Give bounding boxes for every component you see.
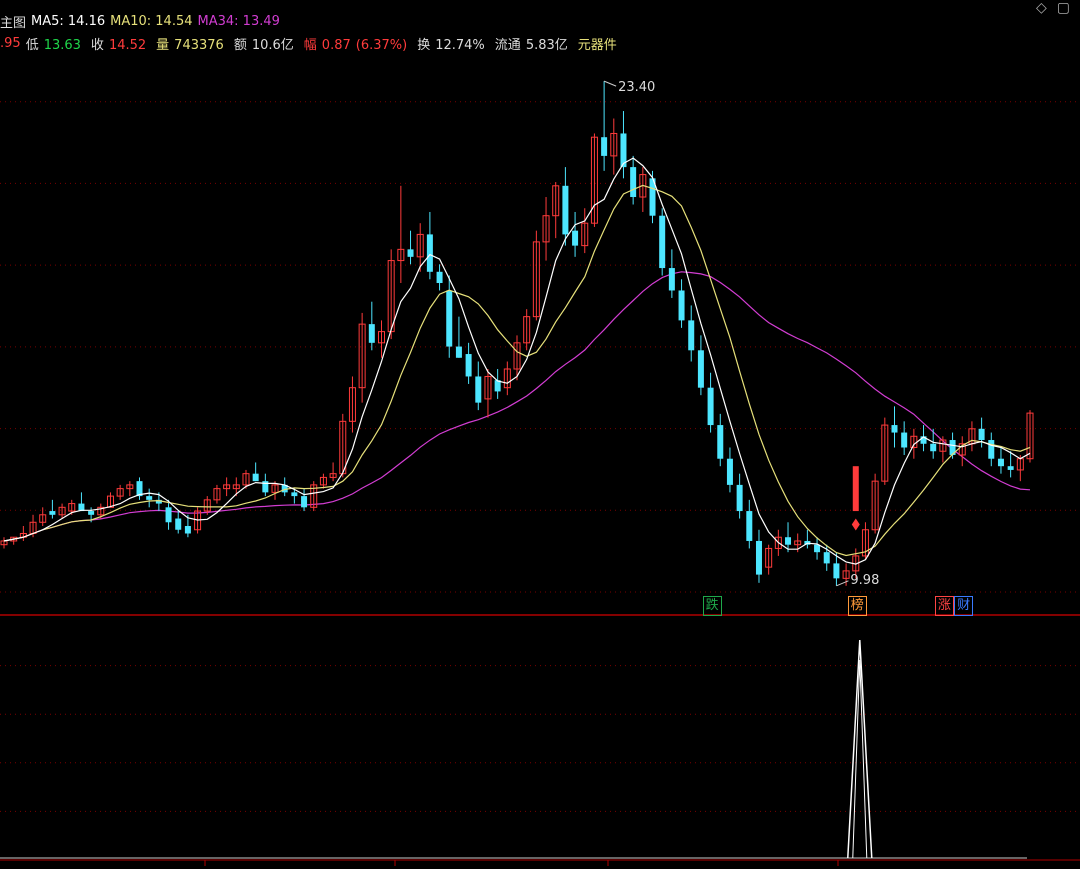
- candle-body: [455, 346, 462, 358]
- candle-body: [88, 511, 95, 515]
- candle-body: [746, 511, 753, 541]
- candle-body: [407, 249, 414, 257]
- volume-label: 量 743376: [156, 37, 224, 53]
- candle-body: [165, 507, 172, 523]
- sector-label[interactable]: 元器件: [578, 34, 617, 53]
- low-label: 9.98: [850, 573, 879, 588]
- indicator-spike-inner: [852, 659, 868, 859]
- candle-body: [697, 350, 704, 388]
- signal-candle: [852, 466, 859, 512]
- candle-body: [291, 492, 298, 497]
- candle-body: [446, 290, 453, 347]
- high-pointer: [603, 80, 617, 87]
- high-label: 23.40: [618, 80, 655, 95]
- ma10-value: MA10: 14.54: [110, 13, 193, 29]
- candle-body: [1007, 466, 1014, 470]
- event-tag[interactable]: 财: [954, 596, 974, 616]
- amount-label: 额 10.6亿: [233, 37, 294, 53]
- candle-body: [465, 354, 472, 377]
- candle-body: [717, 425, 724, 459]
- candle-body: [475, 376, 482, 403]
- candle-body: [823, 552, 830, 564]
- candle-body: [175, 518, 182, 530]
- candle-body: [678, 290, 685, 321]
- event-tag[interactable]: 涨: [934, 596, 954, 616]
- candle-body: [930, 443, 937, 452]
- turnover-label: 换 12.74%: [417, 37, 485, 53]
- close-icon[interactable]: ▢: [1057, 0, 1070, 16]
- candle-body: [301, 496, 308, 508]
- summary-line: .95 低 13.63 收 14.52 量 743376 额 10.6亿 幅 0.87 (6…: [0, 32, 622, 54]
- candle-body: [659, 215, 666, 269]
- title-text: 主图: [0, 15, 27, 31]
- ma34-value: MA34: 13.49: [197, 13, 280, 29]
- candle-body: [891, 425, 898, 433]
- candle-body: [572, 230, 579, 246]
- ma5-value: MA5: 14.16: [31, 13, 106, 29]
- candle-body: [814, 544, 821, 553]
- candle-body: [688, 320, 695, 351]
- event-tag[interactable]: 榜: [847, 596, 867, 616]
- candle-body: [49, 511, 56, 515]
- candle-body: [368, 324, 375, 343]
- event-tag[interactable]: 跌: [702, 596, 722, 616]
- candle-body: [736, 484, 743, 512]
- candlestick-chart[interactable]: 23.40 9.98: [0, 0, 1080, 869]
- low-label: 低 13.63: [25, 37, 81, 53]
- candle-body: [184, 526, 191, 534]
- candle-body: [726, 458, 733, 485]
- candle-body: [901, 432, 908, 448]
- candle-body: [978, 428, 985, 441]
- candle-body: [755, 540, 762, 575]
- close-label: 收 14.52: [90, 37, 147, 53]
- change-label: 幅 0.87 (6.37%): [303, 37, 408, 53]
- float-label: 流通 5.83亿: [494, 37, 568, 53]
- candle-body: [436, 271, 443, 284]
- candle-body: [601, 137, 608, 156]
- candle-body: [630, 167, 637, 198]
- candle-body: [707, 387, 714, 426]
- window-controls: ◇ ▢: [1036, 0, 1070, 16]
- candle-body: [146, 496, 153, 500]
- open-partial: .95: [0, 35, 21, 51]
- diamond-icon[interactable]: ◇: [1036, 0, 1047, 16]
- candle-body: [426, 234, 433, 272]
- signal-diamond: [851, 518, 860, 531]
- candle-body: [785, 537, 792, 545]
- candle-body: [252, 473, 259, 482]
- candle-body: [562, 185, 569, 235]
- candle-body: [668, 268, 675, 291]
- candle-body: [997, 458, 1004, 467]
- candle-body: [833, 563, 840, 579]
- stats-line: 主图 MA5: 14.16 MA10: 14.54 MA34: 13.49: [0, 10, 285, 32]
- low-pointer: [836, 580, 849, 587]
- candle-body: [988, 440, 995, 459]
